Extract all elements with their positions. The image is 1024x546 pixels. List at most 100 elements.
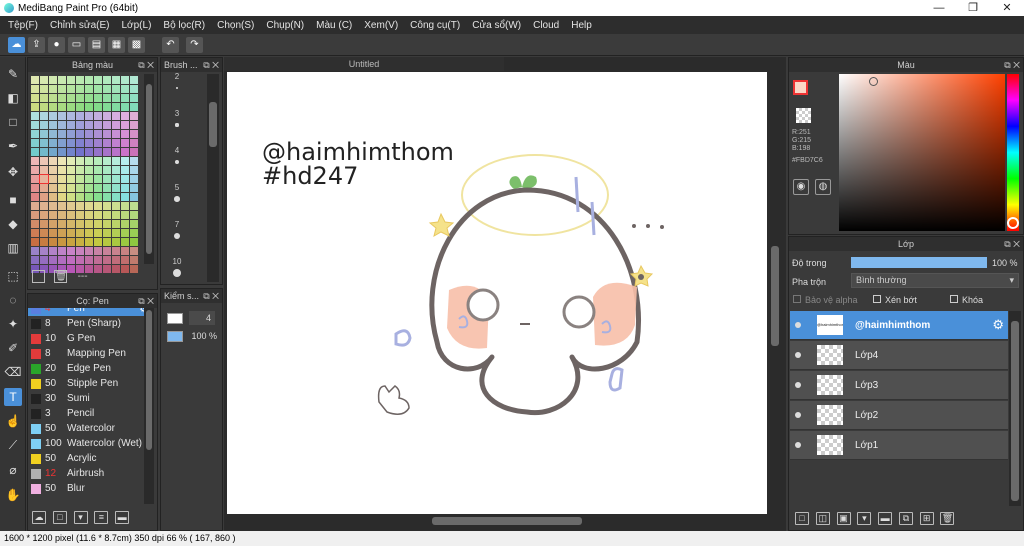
- clip-option[interactable]: Xén bớt: [873, 295, 917, 305]
- palette-swatch[interactable]: [49, 112, 57, 120]
- panel-buttons[interactable]: ⧉ ✕: [138, 58, 154, 72]
- palette-swatch[interactable]: [31, 256, 39, 264]
- operation-tool-icon[interactable]: ☝: [4, 412, 22, 430]
- palette-swatch[interactable]: [58, 112, 66, 120]
- palette-swatch[interactable]: [76, 112, 84, 120]
- palette-swatch[interactable]: [76, 175, 84, 183]
- brush-size-scrollbar[interactable]: [207, 74, 219, 282]
- palette-swatch[interactable]: [76, 220, 84, 228]
- brush-item[interactable]: 30 Sumi: [28, 391, 153, 406]
- palette-swatch[interactable]: [121, 184, 129, 192]
- palette-swatch[interactable]: [67, 202, 75, 210]
- palette-swatch[interactable]: [121, 139, 129, 147]
- palette-swatch[interactable]: [40, 220, 48, 228]
- visibility-eye-icon[interactable]: [795, 382, 801, 388]
- palette-swatch[interactable]: [67, 139, 75, 147]
- fill-rect-tool-icon[interactable]: ■: [4, 191, 22, 209]
- grid-icon[interactable]: ▦: [108, 37, 125, 53]
- color-palette-icon[interactable]: ◉: [793, 179, 809, 195]
- brush-folder-icon[interactable]: ▬: [115, 511, 130, 524]
- gear-icon[interactable]: ⚙: [992, 317, 1004, 333]
- brush-size-label[interactable]: 10: [165, 257, 189, 266]
- palette-swatch[interactable]: [58, 220, 66, 228]
- visibility-eye-icon[interactable]: [795, 412, 801, 418]
- palette-swatch[interactable]: [94, 130, 102, 138]
- palette-swatch[interactable]: [49, 193, 57, 201]
- palette-swatch[interactable]: [94, 121, 102, 129]
- palette-swatch[interactable]: [31, 112, 39, 120]
- palette-swatch[interactable]: [85, 256, 93, 264]
- new-8bit-layer-icon[interactable]: ▣: [836, 512, 851, 525]
- palette-swatch[interactable]: [121, 121, 129, 129]
- delete-palette-icon[interactable]: 🗑: [53, 270, 67, 283]
- palette-swatch[interactable]: [94, 112, 102, 120]
- palette-swatch[interactable]: [49, 211, 57, 219]
- palette-swatch[interactable]: [94, 157, 102, 165]
- lasso-icon[interactable]: ◌: [4, 291, 22, 309]
- palette-swatch[interactable]: [58, 94, 66, 102]
- palette-swatch[interactable]: [130, 112, 138, 120]
- palette-swatch[interactable]: [40, 85, 48, 93]
- palette-swatch[interactable]: [94, 265, 102, 273]
- palette-swatch[interactable]: [49, 76, 57, 84]
- palette-swatch[interactable]: [67, 166, 75, 174]
- canvas-hscrollbar[interactable]: [227, 514, 768, 528]
- palette-swatch[interactable]: [94, 247, 102, 255]
- palette-swatch[interactable]: [85, 202, 93, 210]
- palette-swatch[interactable]: [49, 175, 57, 183]
- palette-swatch[interactable]: [121, 130, 129, 138]
- protect-alpha-option[interactable]: Bảo vệ alpha: [793, 295, 858, 305]
- palette-swatch[interactable]: [76, 193, 84, 201]
- palette-swatch[interactable]: [58, 184, 66, 192]
- palette-swatch[interactable]: [49, 229, 57, 237]
- palette-swatch[interactable]: [112, 229, 120, 237]
- brush-settings-icon[interactable]: ≡: [94, 511, 109, 524]
- brush-size-field[interactable]: 4: [189, 311, 215, 325]
- palette-swatch[interactable]: [112, 184, 120, 192]
- cloud-icon[interactable]: ☁: [8, 37, 25, 53]
- palette-swatch[interactable]: [112, 220, 120, 228]
- menu-view[interactable]: Xem(V): [358, 20, 404, 31]
- palette-swatch[interactable]: [67, 175, 75, 183]
- palette-swatch[interactable]: [67, 184, 75, 192]
- palette-swatch[interactable]: [40, 94, 48, 102]
- palette-swatch[interactable]: [130, 139, 138, 147]
- hue-slider[interactable]: [1007, 74, 1019, 231]
- brush-size-dot[interactable]: [176, 87, 178, 89]
- palette-swatch[interactable]: [121, 220, 129, 228]
- palette-swatch[interactable]: [76, 184, 84, 192]
- panel-buttons[interactable]: ⧉ ✕: [138, 294, 154, 308]
- palette-swatch[interactable]: [31, 76, 39, 84]
- palette-swatch[interactable]: [103, 193, 111, 201]
- panel-buttons[interactable]: ⧉ ✕: [1004, 58, 1020, 72]
- palette-swatch[interactable]: [58, 157, 66, 165]
- palette-swatch[interactable]: [49, 247, 57, 255]
- brush-size-dot[interactable]: [173, 269, 181, 277]
- palette-swatch[interactable]: [31, 139, 39, 147]
- palette-swatch[interactable]: [67, 238, 75, 246]
- palette-swatch[interactable]: [67, 247, 75, 255]
- palette-swatch[interactable]: [112, 148, 120, 156]
- canvas-vscrollbar[interactable]: [768, 72, 782, 514]
- palette-swatch[interactable]: [130, 166, 138, 174]
- palette-swatch[interactable]: [67, 130, 75, 138]
- palette-swatch[interactable]: [112, 121, 120, 129]
- duplicate-layer-icon[interactable]: ⧉: [898, 512, 913, 525]
- palette-swatch[interactable]: [103, 130, 111, 138]
- palette-swatch[interactable]: [67, 220, 75, 228]
- palette-swatch[interactable]: [58, 247, 66, 255]
- eraser-tool-icon[interactable]: ◧: [4, 89, 22, 107]
- palette-swatch[interactable]: [112, 211, 120, 219]
- select-pen-icon[interactable]: ✐: [4, 339, 22, 357]
- transparent-swatch[interactable]: [796, 108, 811, 123]
- palette-swatch[interactable]: [39, 174, 49, 184]
- palette-swatch[interactable]: [103, 202, 111, 210]
- brush-size-dot[interactable]: [174, 159, 180, 165]
- palette-swatch[interactable]: [94, 193, 102, 201]
- palette-swatch[interactable]: [76, 247, 84, 255]
- palette-swatch[interactable]: [130, 184, 138, 192]
- palette-swatch[interactable]: [112, 256, 120, 264]
- menu-cloud[interactable]: Cloud: [527, 20, 565, 31]
- palette-swatch[interactable]: [94, 148, 102, 156]
- palette-swatch[interactable]: [31, 193, 39, 201]
